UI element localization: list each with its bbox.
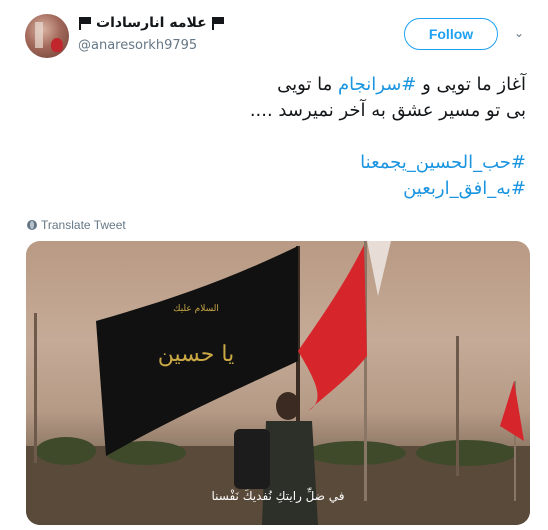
chevron-down-icon[interactable]: ⌄ [514,27,526,39]
avatar[interactable] [25,14,69,58]
hashtag-link[interactable]: #به_افق_اربعین [403,178,526,199]
avatar-red-mark [51,38,63,52]
follow-button[interactable]: Follow [404,18,498,50]
user-handle[interactable]: @anaresorkh9795 [78,38,197,53]
translate-label[interactable]: Translate Tweet [41,218,126,232]
tweet-text-segment: آغاز ما تویی و [416,74,526,95]
black-flag-icon [78,16,92,30]
light-pole [34,313,37,463]
globe-icon [27,220,37,230]
light-pole [456,336,459,476]
tweet-line-2: بی تو مسیر عشق به آخر نمیرسد .... [249,100,526,121]
white-flag [367,241,391,296]
black-flag-icon [211,16,225,30]
hashtag-link[interactable]: #حب_الحسین_یجمعنا [360,152,526,173]
small-red-flag [500,381,524,441]
flag-calligraphy-small: السلام عليك [173,304,219,314]
avatar-figure [35,22,43,48]
tweet-line-1: آغاز ما تویی و #سرانجام ما تویی [26,72,526,98]
person-head [276,392,300,420]
person-body [262,421,318,525]
tweet-video[interactable]: يا حسين السلام عليك في ضلِّ رايتكِ نُفدي… [26,241,530,525]
video-subtitle: في ضلِّ رايتكِ نُفديكَ نَفْسنا [211,489,345,503]
translate-tweet-link[interactable]: Translate Tweet [27,218,126,232]
red-flag [298,245,367,411]
video-scene: يا حسين السلام عليك [26,241,530,525]
tweet-text: آغاز ما تویی و #سرانجام ما تویی بی تو مس… [26,72,526,202]
display-name[interactable]: علامه انارسادات [96,15,207,31]
display-name-row[interactable]: علامه انارسادات [78,15,225,31]
flag-calligraphy: يا حسين [158,342,234,367]
person-backpack [234,429,270,489]
tweet-text-segment: ما تویی [277,74,339,95]
hashtag-link[interactable]: #سرانجام [338,74,416,95]
